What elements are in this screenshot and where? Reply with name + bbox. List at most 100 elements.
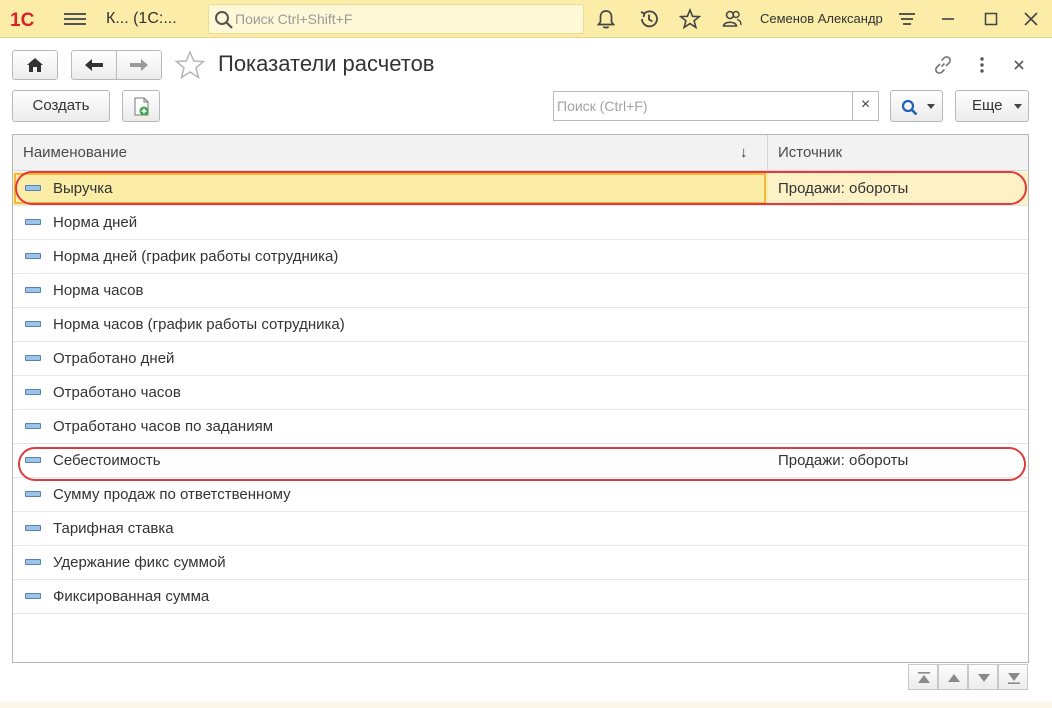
search-clear-button[interactable]: × — [852, 92, 878, 120]
cell-source[interactable] — [768, 512, 1028, 545]
forward-button[interactable] — [116, 50, 162, 80]
column-divider[interactable] — [767, 135, 768, 171]
table-row[interactable]: Сумму продаж по ответственному — [13, 478, 1028, 512]
item-icon — [25, 219, 41, 225]
maximize-icon[interactable] — [980, 8, 1002, 30]
table-row[interactable]: Продажи: обороты Себестоимость — [13, 444, 1028, 478]
scroll-down-button[interactable] — [968, 664, 998, 690]
table-row[interactable]: Продажи: обороты Выручка — [13, 172, 1028, 206]
scroll-top-button[interactable] — [908, 664, 938, 690]
search-options-button[interactable] — [890, 90, 943, 122]
star-icon[interactable] — [679, 8, 701, 30]
more-actions-icon[interactable] — [971, 54, 993, 76]
cell-source[interactable] — [768, 308, 1028, 341]
item-icon — [25, 287, 41, 293]
item-icon — [25, 185, 41, 191]
more-button-label: Еще — [972, 97, 1003, 114]
bell-icon[interactable] — [595, 8, 617, 30]
cell-name[interactable]: Отработано часов по заданиям — [53, 410, 273, 444]
global-search-input[interactable] — [235, 9, 575, 29]
indicators-table: Наименование ↓ Источник Продажи: обороты… — [12, 134, 1029, 663]
minimize-icon[interactable] — [937, 8, 959, 30]
cell-source[interactable] — [768, 206, 1028, 239]
table-header: Наименование ↓ Источник — [13, 135, 1028, 171]
item-icon — [25, 593, 41, 599]
users-icon[interactable] — [721, 8, 743, 30]
table-row[interactable]: Норма часов (график работы сотрудника) — [13, 308, 1028, 342]
table-row[interactable]: Отработано часов — [13, 376, 1028, 410]
app-title[interactable]: К... (1С:... — [106, 10, 177, 28]
page-title: Показатели расчетов — [218, 51, 435, 76]
scroll-up-button[interactable] — [938, 664, 968, 690]
cell-source[interactable] — [768, 580, 1028, 613]
table-row[interactable]: Отработано дней — [13, 342, 1028, 376]
history-icon[interactable] — [638, 8, 660, 30]
cell-name[interactable]: Фиксированная сумма — [53, 580, 209, 614]
table-row[interactable]: Тарифная ставка — [13, 512, 1028, 546]
table-row[interactable]: Норма часов — [13, 274, 1028, 308]
cell-name[interactable]: Удержание фикс суммой — [53, 546, 226, 580]
cell-source[interactable] — [768, 274, 1028, 307]
cell-source[interactable]: Продажи: обороты — [768, 444, 1028, 477]
item-icon — [25, 491, 41, 497]
cell-name[interactable]: Норма часов — [53, 274, 143, 308]
cell-name[interactable]: Норма часов (график работы сотрудника) — [53, 308, 345, 342]
item-icon — [25, 389, 41, 395]
arrow-right-icon — [130, 59, 148, 71]
home-button[interactable] — [12, 50, 58, 80]
home-icon — [27, 58, 43, 72]
table-row[interactable]: Удержание фикс суммой — [13, 546, 1028, 580]
search-icon — [901, 99, 918, 116]
scroll-bottom-icon — [1008, 673, 1020, 684]
item-icon — [25, 355, 41, 361]
table-row[interactable]: Норма дней (график работы сотрудника) — [13, 240, 1028, 274]
cell-name[interactable]: Норма дней — [53, 206, 137, 240]
item-icon — [25, 321, 41, 327]
search-icon — [215, 11, 233, 29]
back-button[interactable] — [71, 50, 117, 80]
create-copy-button[interactable] — [122, 90, 160, 122]
create-button[interactable]: Создать — [12, 90, 110, 122]
cell-name[interactable]: Сумму продаж по ответственному — [53, 478, 291, 512]
cell-source[interactable] — [768, 410, 1028, 443]
scroll-bottom-button[interactable] — [998, 664, 1028, 690]
close-window-icon[interactable] — [1020, 8, 1042, 30]
cell-focus-frame — [14, 173, 766, 204]
app-bar: 1С К... (1С:... Семенов Александр — [0, 0, 1052, 38]
chevron-down-icon — [978, 674, 990, 682]
list-search-input[interactable] — [557, 96, 847, 116]
item-icon — [25, 559, 41, 565]
global-search[interactable] — [208, 4, 584, 34]
table-row[interactable]: Фиксированная сумма — [13, 580, 1028, 614]
user-name[interactable]: Семенов Александр — [760, 11, 883, 26]
1c-logo-icon[interactable]: 1С — [10, 9, 52, 29]
cell-source[interactable] — [768, 546, 1028, 579]
link-icon[interactable] — [932, 54, 954, 76]
cell-source[interactable] — [768, 478, 1028, 511]
svg-text:1С: 1С — [10, 10, 35, 29]
more-button[interactable]: Еще — [955, 90, 1029, 122]
table-row[interactable]: Отработано часов по заданиям — [13, 410, 1028, 444]
cell-name[interactable]: Отработано дней — [53, 342, 174, 376]
main-menu-icon[interactable] — [64, 10, 86, 28]
cell-name[interactable]: Себестоимость — [53, 444, 161, 478]
column-header-name[interactable]: Наименование — [23, 135, 127, 171]
list-search[interactable]: × — [553, 91, 879, 121]
cell-source[interactable] — [768, 342, 1028, 375]
favorite-star-icon[interactable] — [174, 50, 206, 80]
cell-name[interactable]: Тарифная ставка — [53, 512, 174, 546]
cell-source[interactable] — [768, 240, 1028, 273]
cell-source[interactable] — [768, 376, 1028, 409]
settings-menu-icon[interactable] — [896, 8, 918, 30]
close-form-icon[interactable] — [1008, 54, 1030, 76]
add-document-icon — [134, 97, 149, 116]
cell-name[interactable]: Норма дней (график работы сотрудника) — [53, 240, 338, 274]
cell-source[interactable]: Продажи: обороты — [768, 172, 1028, 205]
column-header-source[interactable]: Источник — [778, 135, 842, 171]
cell-name[interactable]: Выручка — [53, 172, 113, 206]
cell-name[interactable]: Отработано часов — [53, 376, 181, 410]
item-icon — [25, 423, 41, 429]
table-row[interactable]: Норма дней — [13, 206, 1028, 240]
list-navigation — [908, 664, 1029, 690]
item-icon — [25, 525, 41, 531]
